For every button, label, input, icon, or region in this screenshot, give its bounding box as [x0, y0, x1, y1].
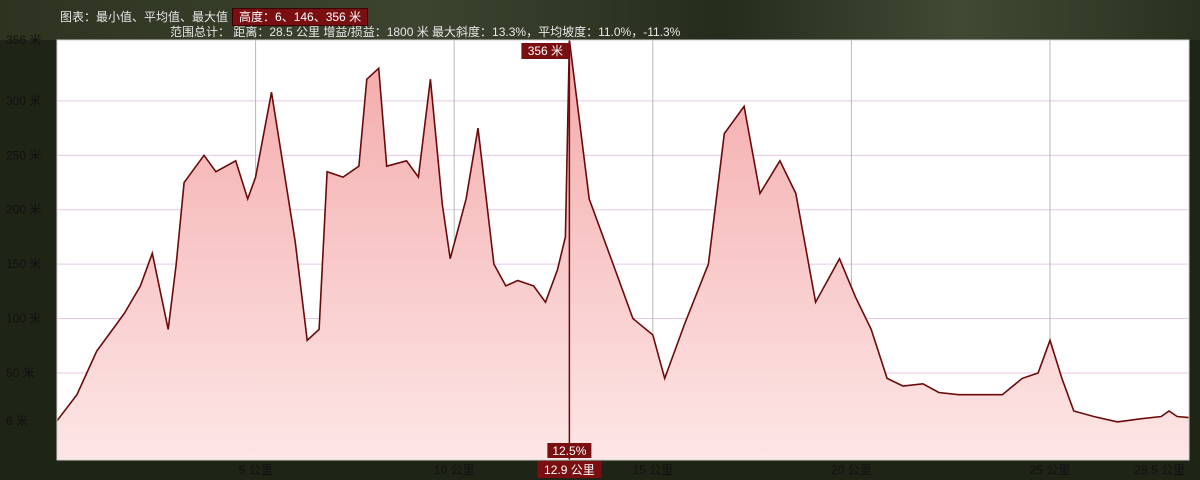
- y-axis-ticks: 6 米 50 米 100 米 150 米 200 米 250 米 300 米 356 米: [6, 33, 41, 428]
- x-tick-label: 20 公里: [831, 463, 872, 477]
- peak-marker: 356 米: [521, 43, 570, 59]
- y-tick-label: 300 米: [6, 94, 41, 108]
- y-tick-label: 150 米: [6, 257, 41, 271]
- elevation-profile-window: 图表：最小值、平均值、最大值 高度：6、146、356 米 范围总计： 距离：28…: [0, 0, 1200, 480]
- cursor-distance-label: 12.9 公里: [544, 463, 595, 477]
- y-tick-label: 356 米: [6, 33, 41, 47]
- y-tick-label: 200 米: [6, 203, 41, 217]
- x-tick-label: 28.5 公里: [1134, 463, 1185, 477]
- y-tick-label: 50 米: [6, 366, 35, 380]
- slope-marker: 12.5%: [547, 443, 592, 458]
- x-tick-label: 15 公里: [632, 463, 673, 477]
- x-tick-label: 10 公里: [434, 463, 475, 477]
- peak-label: 356 米: [528, 44, 563, 58]
- x-tick-label: 5 公里: [239, 463, 273, 477]
- y-tick-label: 6 米: [6, 414, 28, 428]
- slope-label: 12.5%: [552, 444, 586, 458]
- x-tick-label: 25 公里: [1030, 463, 1071, 477]
- x-axis-ticks: 5 公里 10 公里 15 公里 20 公里 25 公里 28.5 公里: [239, 463, 1185, 477]
- y-tick-label: 100 米: [6, 312, 41, 326]
- y-tick-label: 250 米: [6, 148, 41, 162]
- elevation-chart[interactable]: 6 米 50 米 100 米 150 米 200 米 250 米 300 米 356 米 5 …: [0, 0, 1200, 480]
- cursor-distance-marker: 12.9 公里: [537, 461, 602, 478]
